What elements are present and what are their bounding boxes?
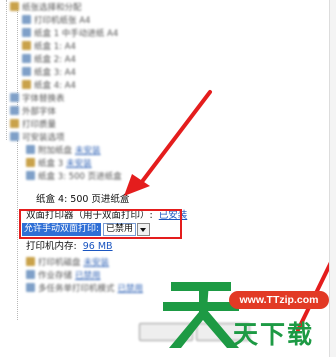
watermark-logo-icon xyxy=(163,282,239,348)
scrollbar[interactable] xyxy=(329,0,336,357)
annotation-arrow-stroke xyxy=(139,90,212,185)
watermark-text: 天下载 xyxy=(233,320,315,349)
watermark-site: www.TTzip.com xyxy=(229,291,329,309)
